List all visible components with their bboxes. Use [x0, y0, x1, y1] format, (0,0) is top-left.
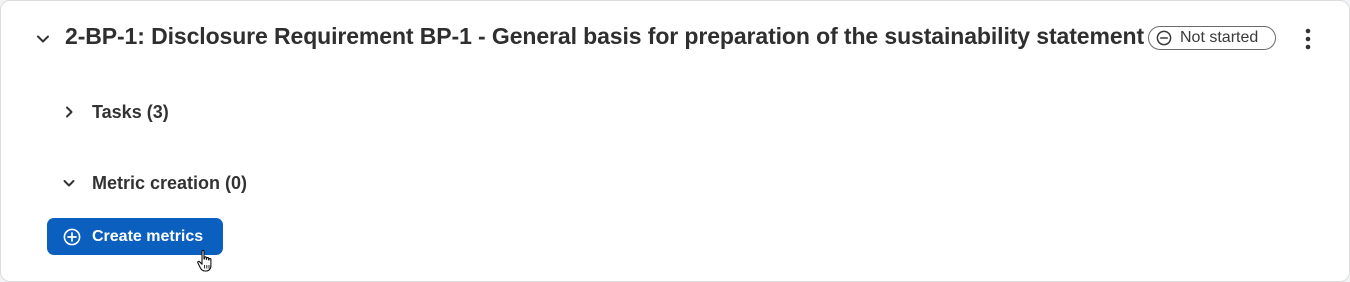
chevron-down-icon	[37, 35, 49, 43]
create-metrics-label: Create metrics	[92, 227, 204, 245]
chevron-right-icon	[66, 106, 73, 118]
more-options-button[interactable]	[1297, 25, 1319, 53]
tasks-expand-button[interactable]	[59, 102, 79, 122]
metric-creation-section: Metric creation (0)	[59, 168, 247, 198]
tasks-section: Tasks (3)	[59, 97, 169, 127]
metric-creation-collapse-button[interactable]	[59, 173, 79, 193]
status-badge: Not started	[1148, 26, 1276, 50]
tasks-section-label[interactable]: Tasks (3)	[92, 102, 169, 123]
metric-creation-section-label[interactable]: Metric creation (0)	[92, 173, 247, 194]
plus-circle-icon	[63, 228, 81, 245]
hand-pointer-icon	[197, 249, 212, 272]
chevron-down-icon	[63, 180, 75, 187]
minus-circle-icon	[1156, 30, 1172, 46]
collapse-requirement-button[interactable]	[31, 27, 55, 51]
requirement-title: 2-BP-1: Disclosure Requirement BP-1 - Ge…	[65, 23, 1145, 49]
vertical-ellipsis-icon	[1305, 28, 1311, 50]
requirement-card: 2-BP-1: Disclosure Requirement BP-1 - Ge…	[0, 0, 1350, 282]
status-label: Not started	[1180, 29, 1259, 46]
requirement-header: 2-BP-1: Disclosure Requirement BP-1 - Ge…	[31, 19, 1327, 59]
